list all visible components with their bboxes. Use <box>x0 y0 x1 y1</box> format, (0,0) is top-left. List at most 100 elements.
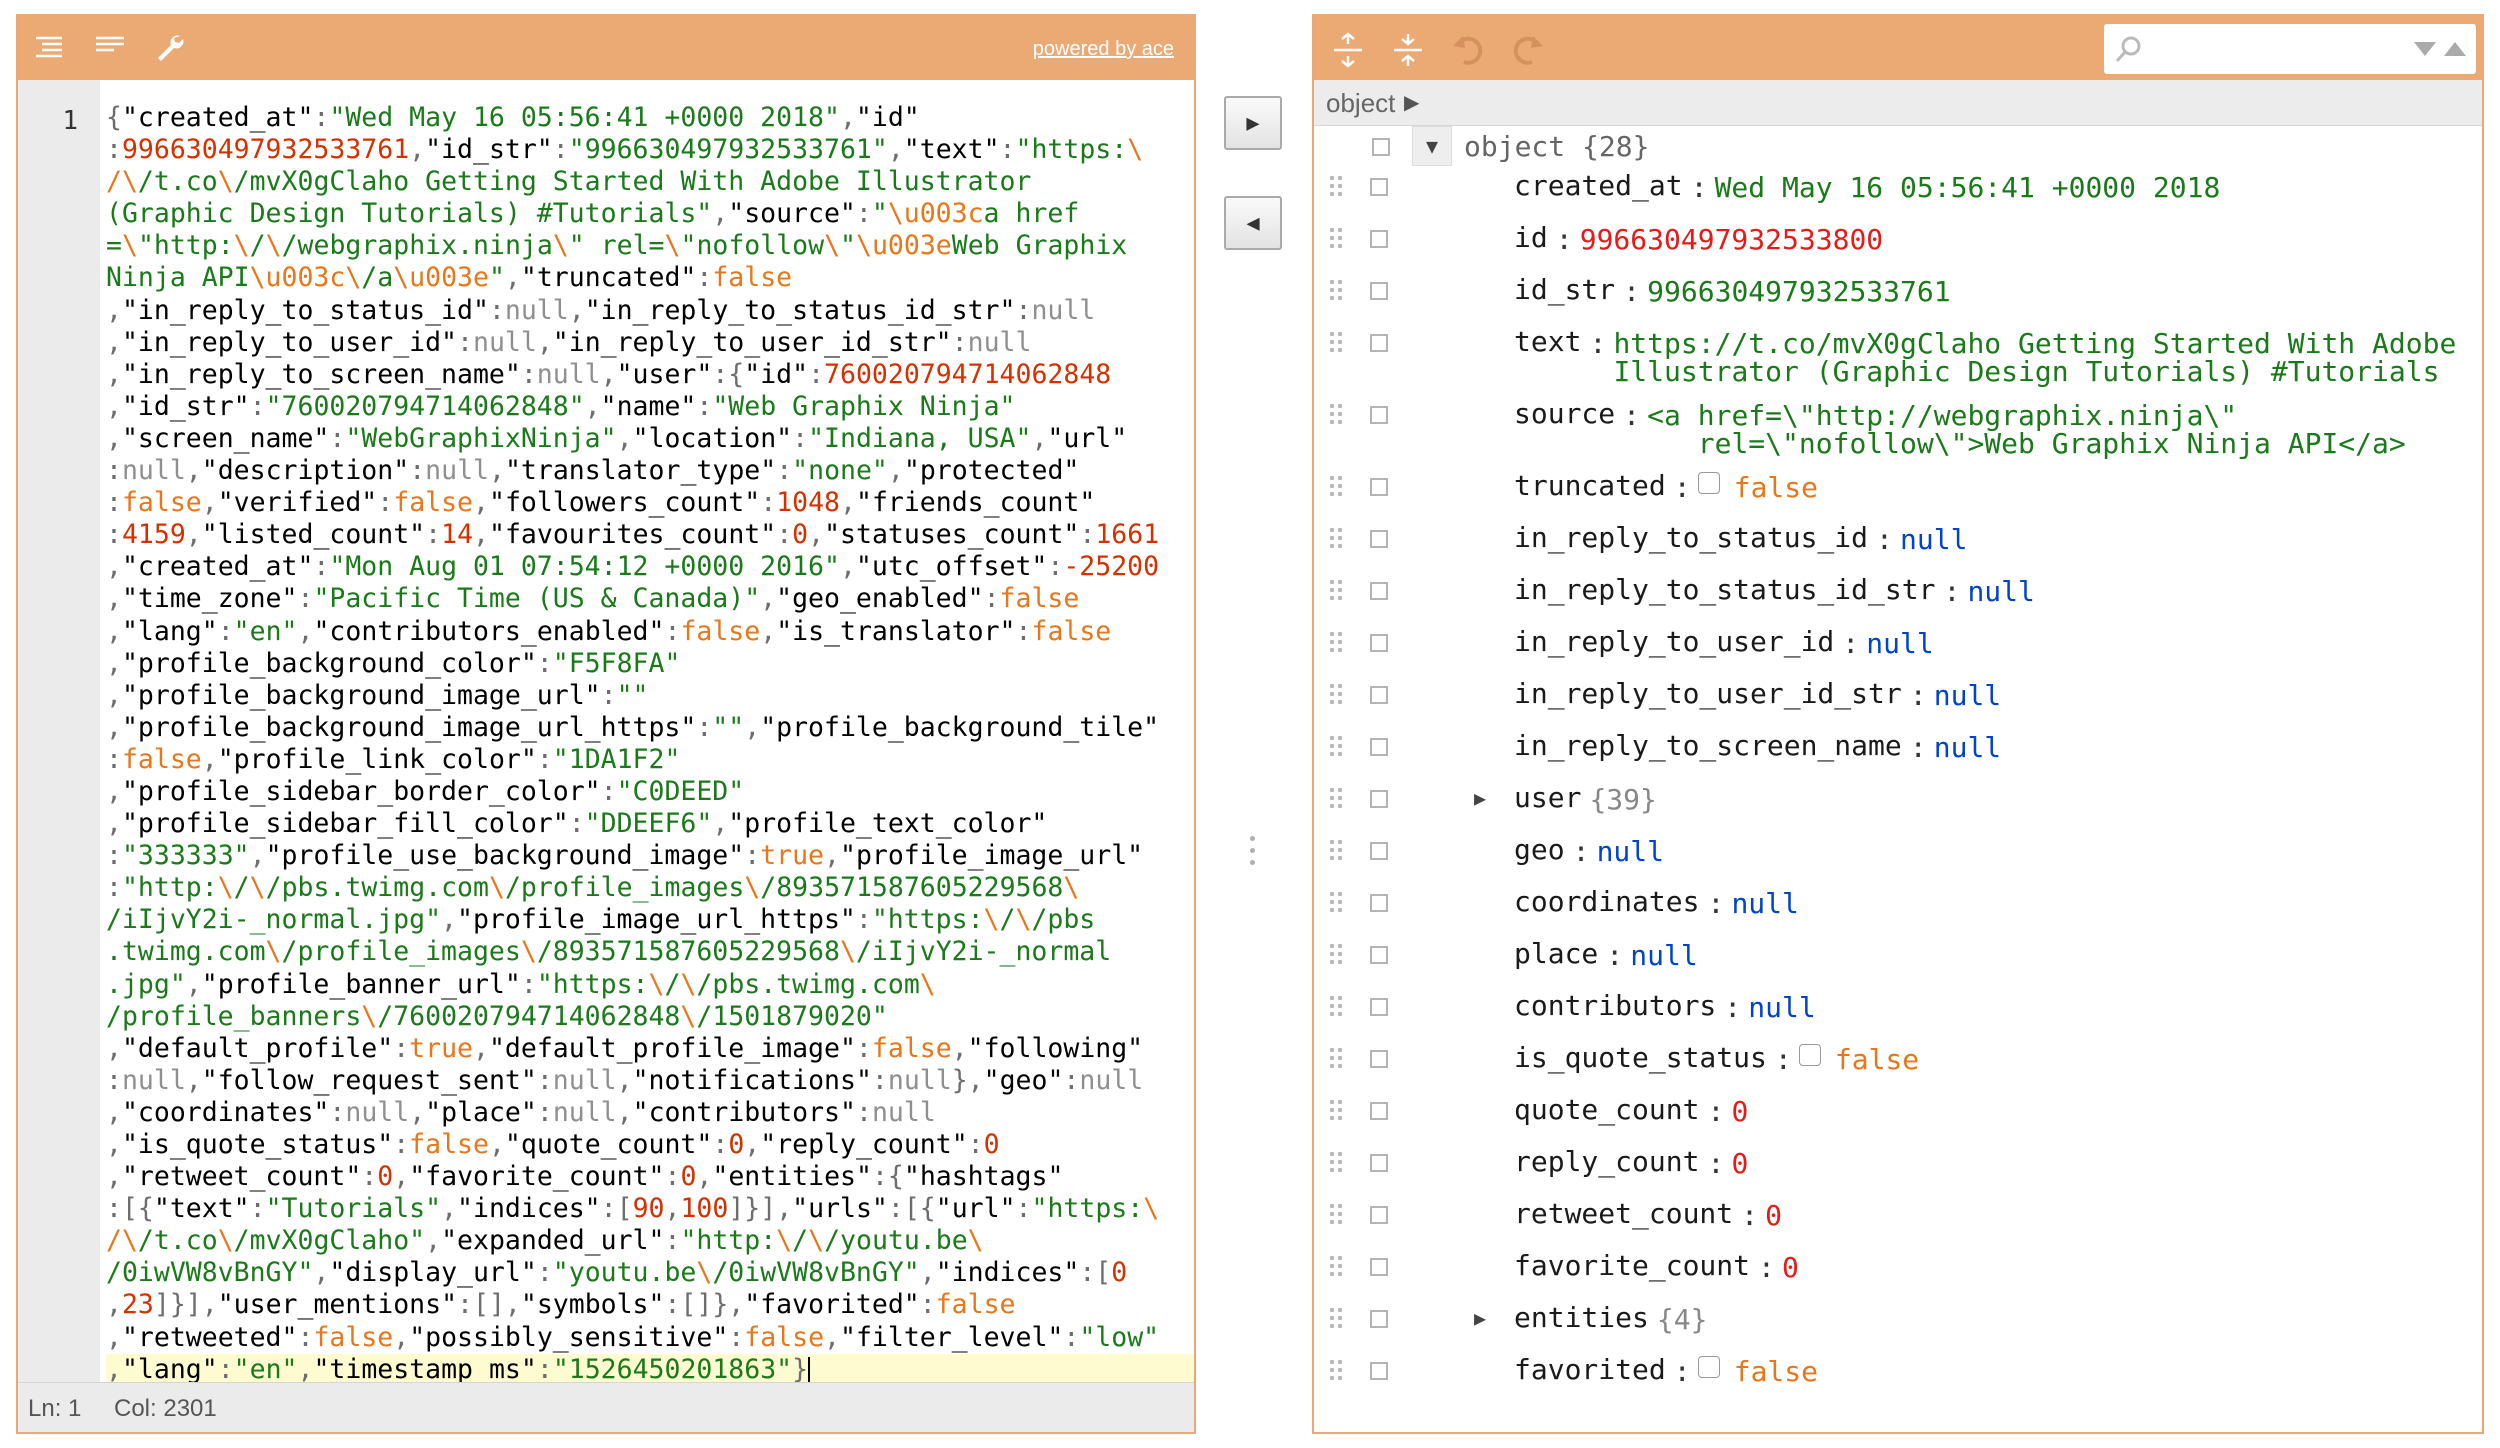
drag-handle-icon[interactable] <box>1330 944 1346 966</box>
field-name[interactable]: reply_count <box>1514 1146 1699 1178</box>
drag-handle-icon[interactable] <box>1330 228 1346 250</box>
field-value[interactable]: 0 <box>1765 1202 1782 1230</box>
select-checkbox[interactable] <box>1372 138 1390 156</box>
field-value[interactable]: null <box>1866 630 1933 658</box>
copy-to-right-button[interactable]: ▶ <box>1224 96 1282 150</box>
select-checkbox[interactable] <box>1370 582 1388 600</box>
field-value[interactable]: null <box>1748 994 1815 1022</box>
expand-all-icon[interactable] <box>1330 32 1366 68</box>
select-checkbox[interactable] <box>1370 634 1388 652</box>
field-name[interactable]: favorited <box>1514 1354 1666 1386</box>
select-checkbox[interactable] <box>1370 406 1388 424</box>
select-checkbox[interactable] <box>1370 230 1388 248</box>
select-checkbox[interactable] <box>1370 282 1388 300</box>
field-name[interactable]: user <box>1514 782 1581 814</box>
field-value[interactable]: null <box>1630 942 1697 970</box>
select-checkbox[interactable] <box>1370 1102 1388 1120</box>
code-area[interactable]: {"created_at":"Wed May 16 05:56:41 +0000… <box>100 80 1194 1386</box>
drag-handle-icon[interactable] <box>1330 788 1346 810</box>
field-value[interactable]: 0 <box>1731 1098 1748 1126</box>
select-checkbox[interactable] <box>1370 478 1388 496</box>
drag-handle-icon[interactable] <box>1330 996 1346 1018</box>
drag-handle-icon[interactable] <box>1330 332 1346 354</box>
drag-handle-icon[interactable] <box>1330 1360 1346 1382</box>
collapse-all-icon[interactable] <box>1390 32 1426 66</box>
breadcrumb-arrow-icon[interactable]: ▶ <box>1404 90 1419 115</box>
field-name[interactable]: truncated <box>1514 470 1666 502</box>
select-checkbox[interactable] <box>1370 1310 1388 1328</box>
format-icon[interactable] <box>32 32 68 64</box>
select-checkbox[interactable] <box>1370 530 1388 548</box>
select-checkbox[interactable] <box>1370 178 1388 196</box>
drag-handle-icon[interactable] <box>1330 1152 1346 1174</box>
field-value[interactable]: 996630497932533800 <box>1580 226 1883 254</box>
wrench-icon[interactable] <box>152 32 188 64</box>
field-value[interactable]: 0 <box>1731 1150 1748 1178</box>
drag-handle-icon[interactable] <box>1330 1204 1346 1226</box>
select-checkbox[interactable] <box>1370 1206 1388 1224</box>
expand-icon[interactable]: ▶ <box>1474 786 1486 810</box>
drag-handle-icon[interactable] <box>1330 280 1346 302</box>
drag-handle-icon[interactable] <box>1330 840 1346 862</box>
drag-handle-icon[interactable] <box>1330 1256 1346 1278</box>
select-checkbox[interactable] <box>1370 790 1388 808</box>
panel-splitter[interactable] <box>1250 836 1256 872</box>
boolean-checkbox[interactable] <box>1697 472 1720 494</box>
field-value[interactable]: null <box>1597 838 1664 866</box>
field-name[interactable]: place <box>1514 938 1598 970</box>
select-checkbox[interactable] <box>1370 334 1388 352</box>
drag-handle-icon[interactable] <box>1330 404 1346 426</box>
compact-icon[interactable] <box>92 32 128 64</box>
field-name[interactable]: id <box>1514 222 1548 254</box>
field-name[interactable]: created_at <box>1514 170 1683 202</box>
expand-icon[interactable]: ▶ <box>1474 1306 1486 1330</box>
field-value[interactable]: false <box>1697 472 1818 502</box>
select-checkbox[interactable] <box>1370 946 1388 964</box>
select-checkbox[interactable] <box>1370 842 1388 860</box>
search-next-icon[interactable] <box>2444 42 2466 62</box>
search-box[interactable] <box>2104 24 2476 74</box>
field-value[interactable]: null <box>1934 682 2001 710</box>
select-checkbox[interactable] <box>1370 1050 1388 1068</box>
breadcrumb-item[interactable]: object <box>1326 88 1395 119</box>
drag-handle-icon[interactable] <box>1330 476 1346 498</box>
field-name[interactable]: quote_count <box>1514 1094 1699 1126</box>
field-value[interactable]: 0 <box>1782 1254 1799 1282</box>
field-name[interactable]: source <box>1514 398 1615 430</box>
copy-to-left-button[interactable]: ◀ <box>1224 196 1282 250</box>
undo-icon[interactable] <box>1450 32 1486 65</box>
select-checkbox[interactable] <box>1370 1258 1388 1276</box>
field-value[interactable]: <a href=\"http://webgraphix.ninja\" rel=… <box>1647 402 2406 458</box>
field-value[interactable]: Wed May 16 05:56:41 +0000 2018 <box>1715 174 2221 202</box>
select-checkbox[interactable] <box>1370 686 1388 704</box>
field-value[interactable]: false <box>1798 1044 1919 1074</box>
drag-handle-icon[interactable] <box>1330 580 1346 602</box>
drag-handle-icon[interactable] <box>1330 1100 1346 1122</box>
redo-icon[interactable] <box>1510 32 1546 65</box>
field-name[interactable]: geo <box>1514 834 1565 866</box>
powered-by-ace-link[interactable]: powered by ace <box>1033 38 1174 61</box>
drag-handle-icon[interactable] <box>1330 892 1346 914</box>
select-checkbox[interactable] <box>1370 738 1388 756</box>
select-checkbox[interactable] <box>1370 1154 1388 1172</box>
field-value[interactable]: null <box>1731 890 1798 918</box>
field-name[interactable]: coordinates <box>1514 886 1699 918</box>
field-name[interactable]: entities <box>1514 1302 1649 1334</box>
boolean-checkbox[interactable] <box>1798 1044 1821 1066</box>
field-name[interactable]: id_str <box>1514 274 1615 306</box>
field-name[interactable]: in_reply_to_status_id_str <box>1514 574 1935 606</box>
search-prev-icon[interactable] <box>2414 42 2436 62</box>
boolean-checkbox[interactable] <box>1697 1356 1720 1378</box>
collapse-icon[interactable]: ▼ <box>1412 126 1452 166</box>
select-checkbox[interactable] <box>1370 1362 1388 1380</box>
field-value[interactable]: null <box>1900 526 1967 554</box>
drag-handle-icon[interactable] <box>1330 528 1346 550</box>
drag-handle-icon[interactable] <box>1330 684 1346 706</box>
field-value[interactable]: 996630497932533761 <box>1647 278 1950 306</box>
drag-handle-icon[interactable] <box>1330 1308 1346 1330</box>
select-checkbox[interactable] <box>1370 894 1388 912</box>
field-name[interactable]: in_reply_to_user_id <box>1514 626 1834 658</box>
field-value[interactable]: false <box>1697 1356 1818 1386</box>
field-name[interactable]: in_reply_to_screen_name <box>1514 730 1902 762</box>
field-name[interactable]: contributors <box>1514 990 1716 1022</box>
